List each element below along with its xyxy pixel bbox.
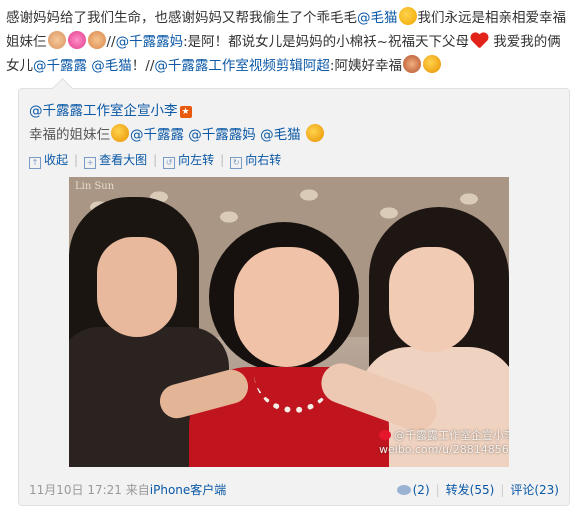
- like-count: (2): [412, 483, 430, 497]
- rotate-right-button[interactable]: ↻ 向右转: [230, 153, 282, 169]
- repost-text: 幸福的姐妹仨 @千露露 @千露露妈 @毛猫: [29, 123, 325, 143]
- post-text-segment: ！//: [131, 58, 155, 74]
- rotate-left-icon: ↺: [163, 157, 176, 169]
- post-text: 感谢妈妈给了我们生命，也感谢妈妈又帮我偷生了个乖毛毛@毛猫 我们永远是相亲相爱幸福…: [6, 6, 566, 78]
- source-prefix: 来自: [125, 483, 150, 497]
- post-text-segment: 感谢妈妈给了我们生命，也感谢妈妈又帮我偷生了个乖毛毛: [6, 10, 357, 26]
- mention-link[interactable]: @千露露工作室视频剪辑阿超: [154, 58, 330, 74]
- photo-watermark-top: Lin Sun: [75, 181, 115, 192]
- rotate-right-label: 向右转: [245, 153, 282, 167]
- post-text-segment: :阿姨好幸福: [329, 58, 402, 74]
- weibo-logo-icon: [379, 430, 391, 440]
- pink-heart-emoji-icon: [67, 31, 86, 49]
- post-photo[interactable]: Lin Sun @千露露工作室企宣小李 weibo.com/u/28814856…: [69, 177, 509, 467]
- watermark-line-1: @千露露工作室企宣小李: [394, 429, 509, 442]
- post-source: 来自iPhone客户端: [126, 483, 227, 497]
- photo-watermark: @千露露工作室企宣小李 weibo.com/u/2881485677: [379, 429, 509, 457]
- post-text-segment: :是阿！都说女儿是妈妈的小棉袄~祝福天下父母: [183, 34, 469, 50]
- magnify-icon: +: [84, 157, 97, 169]
- muscle-emoji-icon: [87, 31, 106, 49]
- image-toolbar: ↑ 收起 | + 查看大图 | ↺ 向左转 | ↻ 向右转: [29, 151, 281, 169]
- client-link[interactable]: iPhone客户端: [150, 483, 227, 497]
- collapse-button[interactable]: ↑ 收起: [29, 153, 69, 169]
- smile-emoji-icon: [422, 55, 441, 73]
- repost-button[interactable]: 转发(55): [446, 483, 495, 497]
- view-large-button[interactable]: + 查看大图: [84, 153, 148, 169]
- sunglasses-emoji-icon: [111, 124, 129, 142]
- rotate-left-button[interactable]: ↺ 向左转: [163, 153, 215, 169]
- person-left-face: [97, 237, 177, 337]
- repost-text-segment: 幸福的姐妹仨: [29, 127, 110, 143]
- mention-link[interactable]: @千露露妈: [188, 127, 256, 143]
- view-large-label: 查看大图: [99, 153, 148, 167]
- repost-footer: 11月10日 17:21 来自iPhone客户端 (2) | 转发(55) | 评论(2…: [29, 481, 559, 498]
- watermark-line-2: weibo.com/u/2881485677: [379, 443, 509, 456]
- mention-link[interactable]: @千露露妈: [116, 34, 184, 50]
- person-right-face: [389, 247, 474, 352]
- couple-emoji-icon: [402, 55, 421, 73]
- rotate-left-label: 向左转: [178, 153, 215, 167]
- red-heart-emoji-icon: [470, 33, 488, 49]
- repost-actions: (2) | 转发(55) | 评论(23): [396, 481, 559, 498]
- mention-link[interactable]: @毛猫: [260, 127, 301, 143]
- mention-link[interactable]: @毛猫: [357, 10, 398, 26]
- collapse-icon: ↑: [29, 157, 41, 169]
- mention-link[interactable]: @千露露: [130, 127, 184, 143]
- clap-emoji-icon: [47, 31, 66, 49]
- repost-box: @千露露工作室企宣小李 ★ 幸福的姐妹仨 @千露露 @千露露妈 @毛猫 ↑ 收起 | + 查…: [18, 77, 570, 506]
- comment-button[interactable]: 评论(23): [510, 483, 559, 497]
- person-center-face: [234, 247, 339, 367]
- like-button[interactable]: (2): [396, 483, 430, 497]
- rotate-right-icon: ↻: [230, 157, 243, 169]
- mention-link[interactable]: @千露露: [33, 58, 87, 74]
- like-icon: [396, 485, 411, 495]
- repost-author-link[interactable]: @千露露工作室企宣小李: [29, 103, 178, 119]
- post-text-segment: //: [106, 34, 116, 50]
- post-time[interactable]: 11月10日 17:21: [29, 483, 122, 497]
- verified-badge-icon: ★: [179, 106, 192, 118]
- kiss-emoji-icon: [398, 7, 417, 25]
- weibo-post: 感谢妈妈给了我们生命，也感谢妈妈又帮我偷生了个乖毛毛@毛猫 我们永远是相亲相爱幸福…: [0, 0, 576, 518]
- collapse-label: 收起: [44, 153, 69, 167]
- repost-author: @千露露工作室企宣小李 ★: [29, 99, 192, 119]
- mention-link[interactable]: @毛猫: [91, 58, 132, 74]
- repost-arrow: [51, 77, 74, 100]
- shy-emoji-icon: [305, 124, 324, 142]
